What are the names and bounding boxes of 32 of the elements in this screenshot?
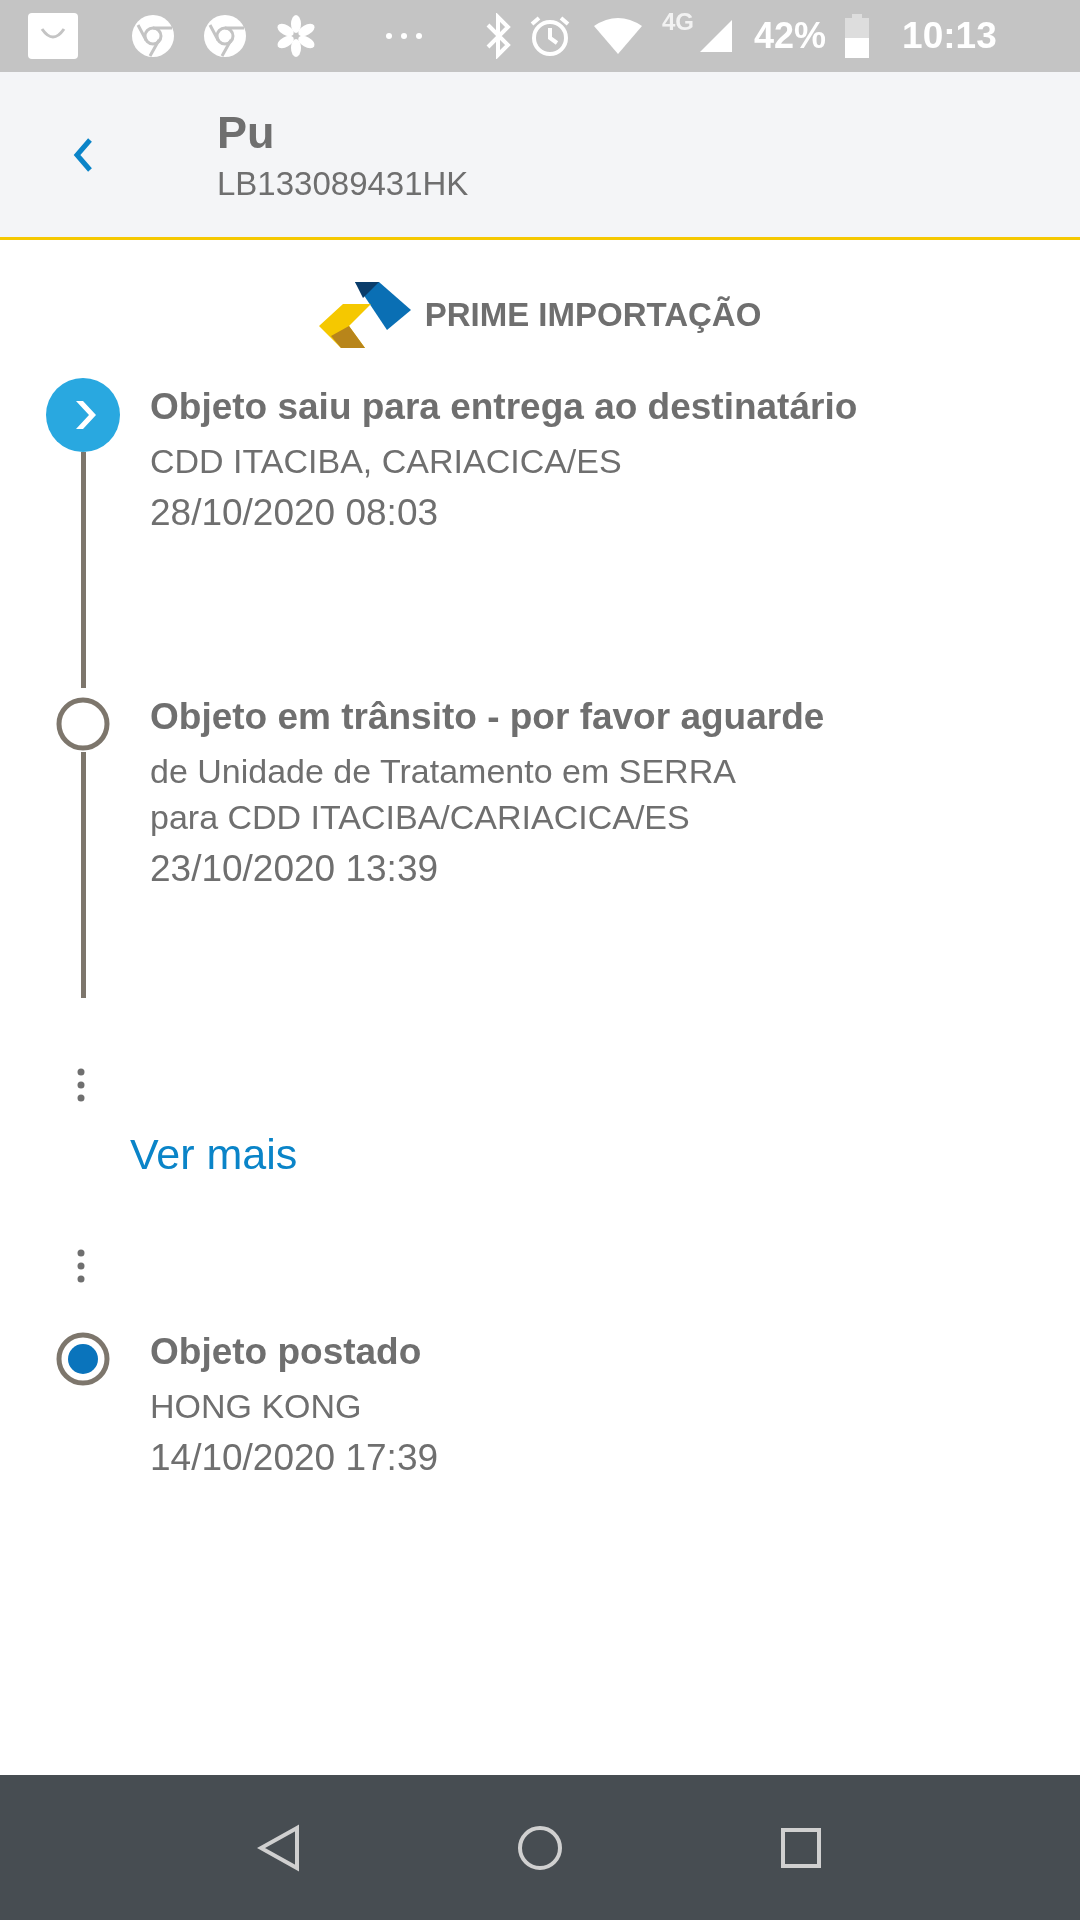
alarm-icon [528, 14, 572, 58]
signal-icon [698, 18, 734, 54]
package-title: Pu [217, 106, 276, 159]
event-date: 14/10/2020 17:39 [150, 1436, 439, 1480]
vertical-dots-icon [76, 1249, 86, 1283]
browser-icon [130, 13, 176, 59]
event-location: para CDD ITACIBA/CARIACICA/ES [150, 797, 691, 838]
see-more-link[interactable]: Ver mais [130, 1130, 298, 1179]
service-name: PRIME IMPORTAÇÃO [424, 296, 762, 334]
flower-icon [274, 14, 318, 58]
battery-percent: 42% [754, 15, 827, 57]
event-date: 23/10/2020 13:39 [150, 847, 440, 891]
browser-icon [202, 13, 248, 59]
battery-icon [844, 14, 871, 58]
event-title: Objeto postado [150, 1330, 423, 1374]
shopping-bag-icon [26, 11, 80, 61]
event-location: CDD ITACIBA, CARIACICA/ES [150, 441, 623, 482]
event-title: Objeto em trânsito - por favor aguarde [150, 695, 825, 739]
event-title: Objeto saiu para entrega ao destinatário [150, 385, 858, 429]
back-icon[interactable] [72, 136, 94, 173]
event-location: HONG KONG [150, 1386, 363, 1427]
home-icon[interactable] [516, 1823, 564, 1872]
logo-icon [318, 282, 411, 348]
recents-icon[interactable] [778, 1825, 823, 1870]
clock-time: 10:13 [902, 15, 997, 57]
vertical-dots-icon [76, 1068, 86, 1102]
more-notifications-icon [384, 31, 424, 41]
tracking-code: LB133089431HK [217, 164, 469, 203]
back-icon[interactable] [257, 1823, 302, 1872]
event-location: de Unidade de Tratamento em SERRA [150, 751, 737, 792]
event-date: 28/10/2020 08:03 [150, 491, 440, 535]
wifi-icon [592, 16, 644, 56]
